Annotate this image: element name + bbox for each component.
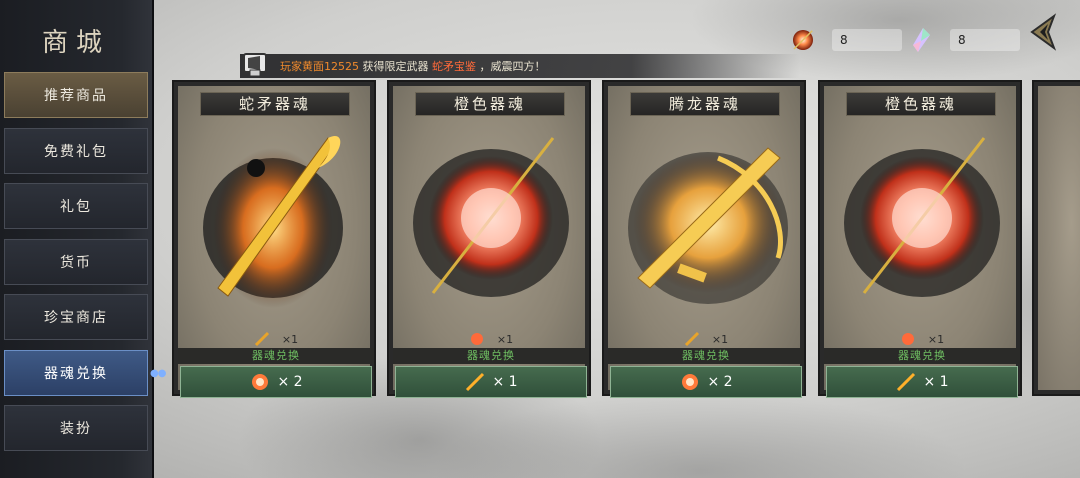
sidebar-item-treasure-shop[interactable]: 珍宝商店 (4, 294, 148, 340)
orb-mini-icon (470, 333, 483, 345)
exchange-label: 器魂兑换 (824, 348, 1020, 364)
owned-count: ×1 (927, 332, 945, 346)
ticker-message: 玩家黄面12525 获得限定武器 蛇矛宝鉴 ，威震四方！ (280, 58, 546, 74)
exchange-price: × 1 (492, 374, 518, 390)
owned-count: ×1 (496, 332, 514, 346)
orange-orb-icon (252, 374, 269, 390)
owned-count-row: ×1 (178, 330, 374, 348)
exchange-label: 器魂兑换 (178, 348, 374, 364)
exchange-button[interactable]: × 2 (610, 366, 802, 398)
active-indicator-dots: ●● (150, 368, 166, 379)
gold-spear-icon (897, 372, 916, 392)
card-title: 橙色器魂 (415, 92, 565, 116)
store-title: 商城 (41, 28, 110, 58)
card-title: 腾龙器魂 (630, 92, 780, 116)
orange-orb-icon (682, 374, 699, 390)
fire-orb-icon (413, 137, 569, 297)
exchange-label: 器魂兑换 (608, 348, 804, 364)
announcement-ticker: 玩家黄面12525 获得限定武器 蛇矛宝鉴 ，威震四方！ (240, 53, 800, 78)
exchange-button[interactable]: × 1 (826, 366, 1018, 398)
back-arrow-icon[interactable] (1024, 12, 1060, 52)
golden-crossbow-icon (628, 147, 788, 304)
orb-count: 8 (832, 29, 902, 51)
golden-spear-icon (203, 135, 343, 308)
owned-count: ×1 (711, 332, 729, 346)
spear-mini-icon (684, 331, 699, 347)
sidebar-menu: 推荐商品 免费礼包 礼包 货币 珍宝商店 器魂兑换 装扮 (4, 72, 148, 461)
owned-count-row: ×1 (608, 330, 804, 348)
sidebar-item-outfit[interactable]: 装扮 (4, 405, 148, 451)
crystal-count: 8 (950, 29, 1020, 51)
orb-mini-icon (901, 333, 914, 345)
sidebar-item-free-gift[interactable]: 免费礼包 (4, 127, 148, 174)
currency-orb: 8 (790, 28, 902, 52)
ticker-weapon: 蛇矛宝鉴 (432, 60, 476, 73)
sidebar-item-currency[interactable]: 货币 (4, 238, 148, 285)
owned-count-row: ×1 (824, 330, 1020, 348)
sidebar-item-recommended[interactable]: 推荐商品 (4, 72, 148, 118)
gold-spear-icon (466, 372, 485, 392)
crystal-icon (913, 28, 930, 52)
product-card[interactable]: 橙色器魂 ×1 器魂兑换 × 1 (387, 80, 591, 398)
currency-crystal: 8 (908, 28, 1020, 52)
spear-mini-icon (254, 331, 269, 347)
card-title: 蛇矛器魂 (200, 92, 350, 116)
exchange-button[interactable]: × 2 (180, 366, 372, 398)
sidebar-item-gift-pack[interactable]: 礼包 (4, 183, 148, 229)
product-card[interactable]: 橙色器魂 ×1 器魂兑换 × 1 (818, 80, 1022, 398)
ticker-verb: 获得限定武器 (362, 60, 429, 73)
sidebar: 商城 推荐商品 免费礼包 礼包 货币 珍宝商店 器魂兑换 装扮 (0, 0, 154, 478)
fire-orb-icon (844, 137, 1000, 297)
sidebar-item-soul-exchange[interactable]: 器魂兑换 (4, 349, 148, 396)
exchange-label: 器魂兑换 (393, 348, 589, 364)
ticker-suffix: ，威震四方！ (479, 60, 546, 73)
exchange-button[interactable]: × 1 (395, 366, 587, 398)
product-card[interactable]: 蛇矛器魂 ×1 器魂兑换 × 2 (172, 80, 376, 398)
exchange-price: × 2 (707, 374, 733, 390)
owned-count: ×1 (281, 332, 299, 346)
product-card[interactable]: 腾龙器魂 ×1 器魂兑换 × 2 (602, 80, 806, 398)
exchange-price: × 1 (923, 374, 949, 390)
ticker-player: 玩家黄面12525 (280, 60, 359, 73)
product-card-partial[interactable] (1032, 80, 1080, 396)
horn-icon (243, 53, 267, 77)
owned-count-row: ×1 (393, 330, 589, 348)
card-title: 橙色器魂 (846, 92, 996, 116)
exchange-price: × 2 (277, 374, 303, 390)
orange-orb-icon (793, 29, 814, 50)
